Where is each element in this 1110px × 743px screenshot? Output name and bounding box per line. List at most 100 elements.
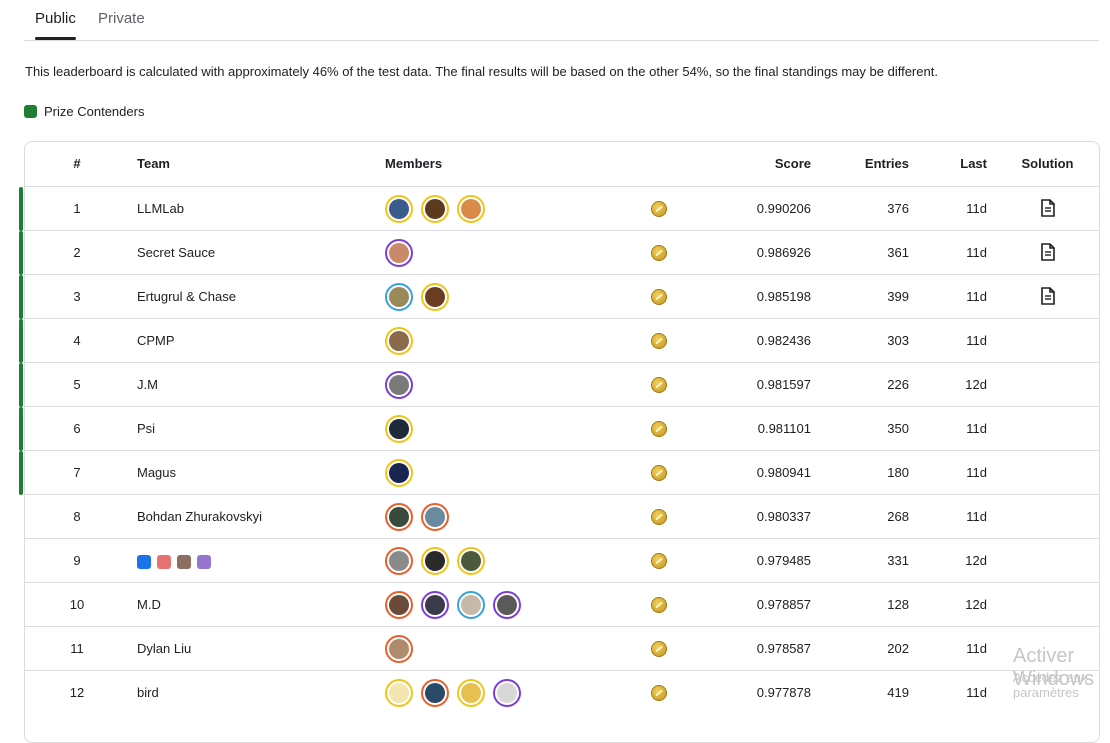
avatar[interactable]	[385, 679, 413, 707]
team-name[interactable]: M.D	[137, 583, 161, 627]
entries-cell: 331	[887, 553, 909, 568]
table-row[interactable]: 3 Ertugrul & Chase 0.985198 399 11d	[19, 274, 1099, 319]
solution-cell	[1005, 451, 1090, 495]
table-row[interactable]: 6 Psi 0.981101 350 11d	[19, 406, 1099, 451]
solution-document-icon[interactable]	[1040, 199, 1056, 217]
team-name[interactable]: J.M	[137, 363, 158, 407]
avatar[interactable]	[457, 195, 485, 223]
tab-public[interactable]: Public	[35, 10, 76, 27]
header-solution: Solution	[1021, 156, 1074, 171]
header-members: Members	[385, 156, 443, 171]
team-name[interactable]	[137, 539, 217, 583]
avatar-image	[425, 287, 445, 307]
avatar[interactable]	[421, 591, 449, 619]
last-submission-cell: 11d	[966, 333, 987, 348]
team-name[interactable]: Dylan Liu	[137, 627, 191, 671]
avatar[interactable]	[385, 371, 413, 399]
rank-cell: 5	[73, 377, 81, 392]
table-row[interactable]: 8 Bohdan Zhurakovskyi 0.980337 268 11d	[25, 494, 1099, 539]
avatar[interactable]	[385, 239, 413, 267]
header-last[interactable]: Last	[925, 142, 987, 186]
header-entries[interactable]: Entries	[825, 142, 909, 186]
table-row[interactable]: 2 Secret Sauce 0.986926 361 11d	[19, 230, 1099, 275]
avatar[interactable]	[385, 635, 413, 663]
rank-cell: 4	[73, 333, 81, 348]
prize-contender-marker	[19, 187, 23, 231]
last-submission-cell: 11d	[966, 465, 987, 480]
rank-cell: 12	[69, 685, 85, 700]
solution-document-icon[interactable]	[1040, 243, 1056, 261]
avatar[interactable]	[421, 283, 449, 311]
avatar[interactable]	[457, 679, 485, 707]
prize-contenders-swatch	[24, 105, 37, 118]
avatar[interactable]	[385, 503, 413, 531]
last-submission-cell: 12d	[965, 553, 987, 568]
avatar[interactable]	[385, 195, 413, 223]
avatar[interactable]	[385, 415, 413, 443]
leaderboard-tabs: Public Private	[24, 0, 1099, 41]
avatar[interactable]	[421, 503, 449, 531]
avatar-image	[389, 463, 409, 483]
table-row[interactable]: 10 M.D 0.978857 128 12d	[25, 582, 1099, 627]
avatar[interactable]	[385, 327, 413, 355]
solution-cell	[1005, 187, 1090, 231]
rank-cell: 11	[70, 641, 84, 656]
prize-contender-marker	[19, 451, 23, 495]
team-name[interactable]: CPMP	[137, 319, 175, 363]
avatar-image	[425, 595, 445, 615]
table-row[interactable]: 5 J.M 0.981597 226 12d	[19, 362, 1099, 407]
legend-label: Prize Contenders	[44, 104, 145, 119]
table-row[interactable]: 9 0.979485 331 12d	[25, 538, 1099, 583]
team-name[interactable]: Secret Sauce	[137, 231, 215, 275]
avatar-image	[389, 419, 409, 439]
entries-cell: 350	[887, 421, 909, 436]
avatar[interactable]	[457, 591, 485, 619]
team-name[interactable]: bird	[137, 671, 159, 715]
solution-cell	[1005, 363, 1090, 407]
solution-cell	[1005, 407, 1090, 451]
prize-contender-marker	[19, 319, 23, 363]
team-name[interactable]: Psi	[137, 407, 155, 451]
avatar[interactable]	[421, 195, 449, 223]
avatar[interactable]	[385, 591, 413, 619]
team-name[interactable]: Ertugrul & Chase	[137, 275, 236, 319]
table-row[interactable]: 11 Dylan Liu 0.978587 202 11d	[25, 626, 1099, 671]
solution-cell	[1005, 495, 1090, 539]
avatar[interactable]	[457, 547, 485, 575]
rank-cell: 3	[73, 289, 81, 304]
table-row[interactable]: 1 LLMLab 0.990206 376 11d	[19, 186, 1099, 231]
table-row[interactable]: 7 Magus 0.980941 180 11d	[19, 450, 1099, 495]
avatar[interactable]	[421, 679, 449, 707]
avatar[interactable]	[385, 283, 413, 311]
avatar-image	[425, 199, 445, 219]
header-team[interactable]: Team	[137, 142, 170, 186]
avatar-image	[389, 199, 409, 219]
solution-document-icon[interactable]	[1040, 287, 1056, 305]
avatar[interactable]	[493, 591, 521, 619]
prize-contender-marker	[19, 275, 23, 319]
avatar-image	[461, 551, 481, 571]
score-cell: 0.977878	[756, 685, 811, 700]
entries-cell: 180	[887, 465, 909, 480]
prize-contender-marker	[19, 231, 23, 275]
header-score[interactable]: Score	[665, 142, 811, 186]
team-name[interactable]: Magus	[137, 451, 176, 495]
avatar[interactable]	[385, 547, 413, 575]
table-row[interactable]: 4 CPMP 0.982436 303 11d	[19, 318, 1099, 363]
avatar-image	[389, 375, 409, 395]
leaderboard-table: # Team Members Score Entries Last Soluti…	[19, 141, 1100, 743]
last-submission-cell: 11d	[966, 289, 987, 304]
team-emoji-icon	[177, 554, 191, 569]
team-emoji-icon	[157, 554, 171, 569]
avatar[interactable]	[385, 459, 413, 487]
avatar-image	[389, 287, 409, 307]
entries-cell: 202	[887, 641, 909, 656]
score-cell: 0.980941	[756, 465, 811, 480]
table-row[interactable]: 12 bird 0.977878 419 11d	[25, 670, 1099, 715]
header-rank[interactable]: #	[65, 142, 89, 186]
tab-private[interactable]: Private	[98, 10, 145, 27]
avatar[interactable]	[493, 679, 521, 707]
team-name[interactable]: Bohdan Zhurakovskyi	[137, 495, 262, 539]
avatar[interactable]	[421, 547, 449, 575]
team-name[interactable]: LLMLab	[137, 187, 184, 231]
